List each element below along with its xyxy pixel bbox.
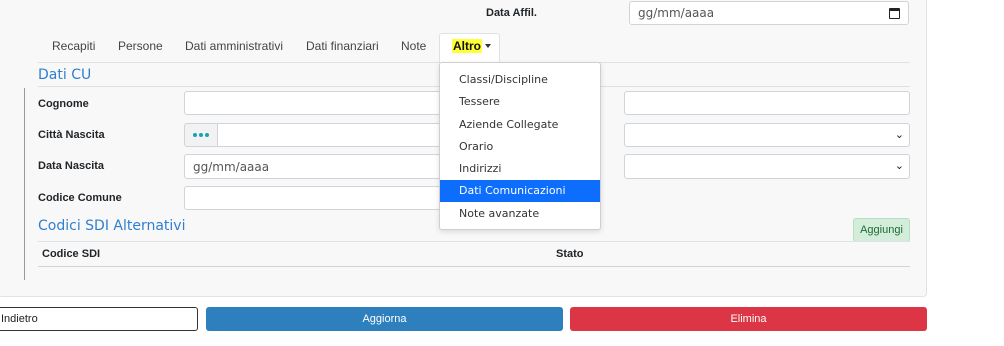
calendar-icon[interactable] [889, 8, 900, 19]
menu-item-classi-discipline[interactable]: Classi/Discipline [440, 69, 600, 91]
add-button[interactable]: Aggiungi [853, 218, 910, 242]
chevron-down-icon: ⌄ [894, 159, 904, 172]
cognome-label: Cognome [38, 98, 89, 110]
column-header-codice-sdi: Codice SDI [42, 248, 101, 260]
ellipsis-dot [199, 133, 203, 137]
data-affil-input[interactable]: gg/mm/aaaa [629, 1, 909, 25]
citta-nascita-input[interactable] [217, 123, 444, 147]
data-nascita-input[interactable]: gg/mm/aaaa [184, 154, 444, 179]
back-button[interactable]: Indietro [0, 307, 198, 331]
menu-item-dati-comunicazioni[interactable]: Dati Comunicazioni [440, 180, 600, 202]
section-title-dati-cu: Dati CU [38, 67, 92, 83]
data-nascita-select[interactable]: ⌄ [624, 154, 910, 179]
cognome-right-input[interactable] [624, 91, 910, 115]
chevron-down-icon: ⌄ [894, 128, 904, 141]
tab-recapiti[interactable]: Recapiti [52, 34, 95, 62]
citta-nascita-label: Città Nascita [38, 129, 105, 141]
data-affil-placeholder: gg/mm/aaaa [638, 6, 715, 20]
codice-comune-label: Codice Comune [38, 192, 122, 204]
ellipsis-icon [193, 133, 197, 137]
cognome-input[interactable] [184, 91, 444, 115]
menu-item-note-avanzate[interactable]: Note avanzate [440, 203, 600, 225]
data-nascita-placeholder: gg/mm/aaaa [193, 159, 270, 174]
menu-item-indirizzi[interactable]: Indirizzi [440, 158, 600, 180]
column-header-stato: Stato [556, 248, 584, 260]
menu-item-orario[interactable]: Orario [440, 136, 600, 158]
tab-dati-amministrativi[interactable]: Dati amministrativi [185, 34, 283, 62]
tab-persone[interactable]: Persone [118, 34, 163, 62]
altro-dropdown-menu: Classi/Discipline Tessere Aziende Colleg… [439, 62, 601, 230]
tab-note[interactable]: Note [401, 34, 426, 62]
tab-dati-finanziari[interactable]: Dati finanziari [306, 34, 379, 62]
ellipsis-dot [205, 133, 209, 137]
tab-altro[interactable]: Altro [452, 34, 491, 62]
section-title-codici-sdi: Codici SDI Alternativi [38, 218, 186, 234]
sdi-table-header: Codice SDI Stato [38, 241, 910, 267]
delete-button[interactable]: Elimina [570, 307, 927, 331]
lookup-button[interactable] [184, 123, 218, 147]
data-nascita-label: Data Nascita [38, 160, 105, 172]
section-divider [24, 88, 25, 280]
codice-comune-input[interactable] [184, 186, 444, 210]
menu-item-tessere[interactable]: Tessere [440, 91, 600, 113]
tab-altro-label: Altro [452, 39, 482, 53]
update-button[interactable]: Aggiorna [206, 307, 563, 331]
menu-item-aziende-collegate[interactable]: Aziende Collegate [440, 114, 600, 136]
data-affil-label: Data Affil. [486, 7, 537, 19]
citta-nascita-select[interactable]: ⌄ [624, 123, 910, 147]
caret-down-icon [485, 44, 491, 48]
